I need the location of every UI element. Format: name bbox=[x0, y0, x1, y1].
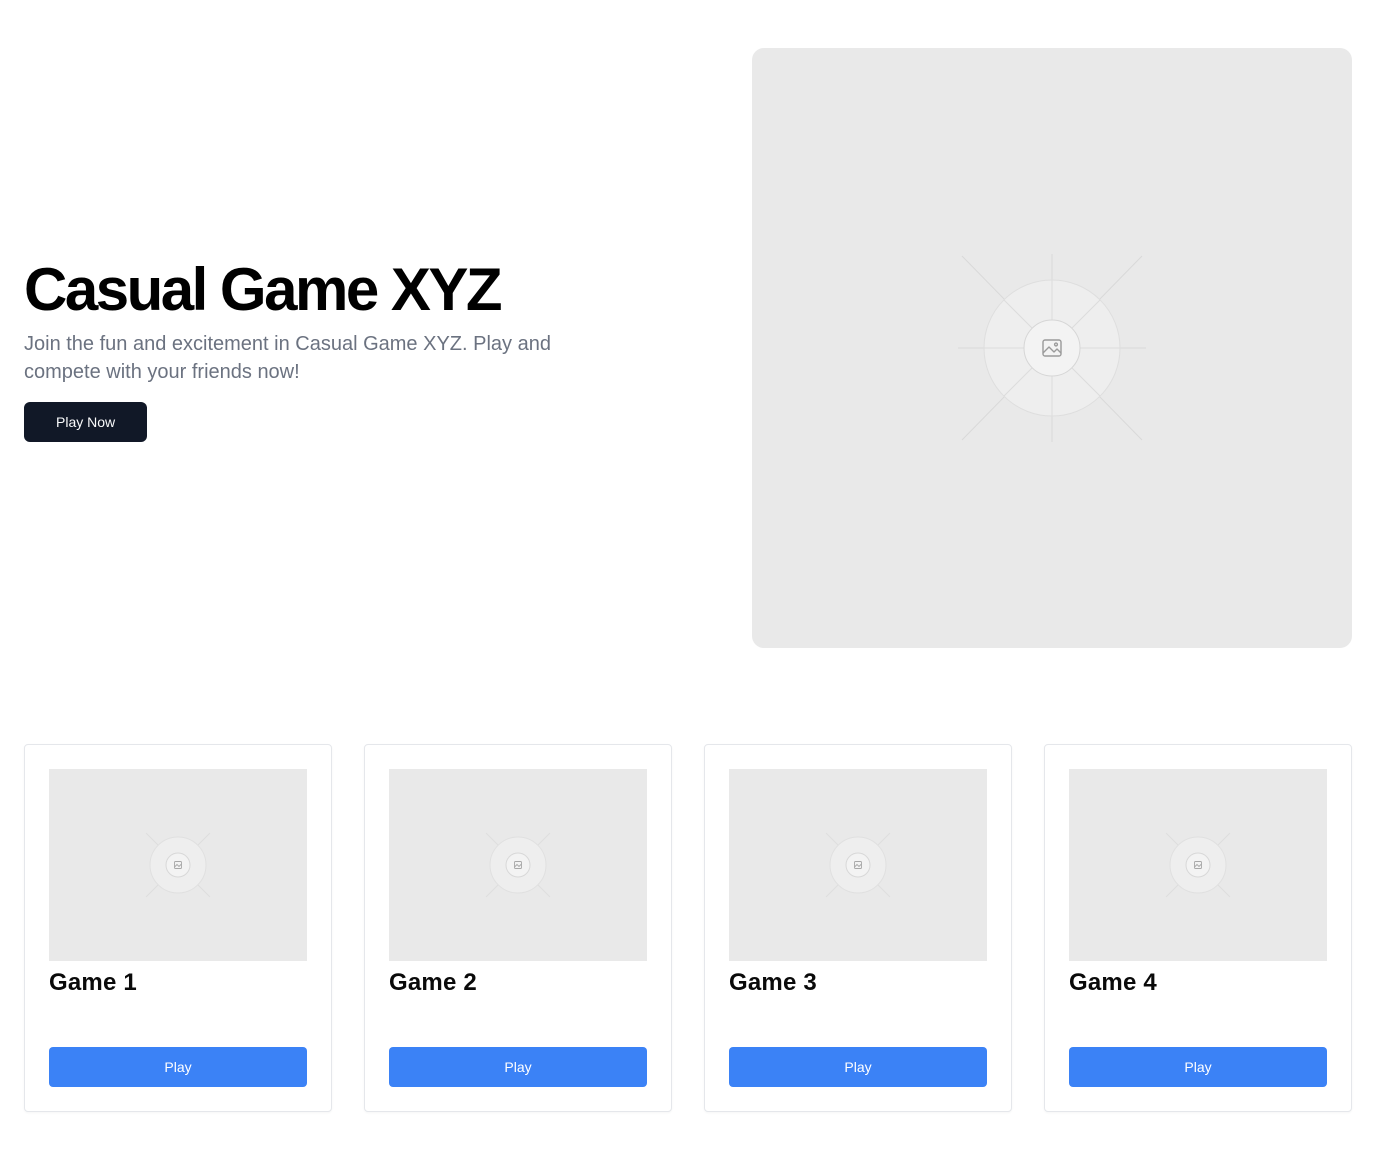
game-image-placeholder bbox=[389, 769, 647, 961]
game-image-placeholder bbox=[729, 769, 987, 961]
play-game-4-button[interactable]: Play bbox=[1069, 1047, 1327, 1087]
play-game-3-button[interactable]: Play bbox=[729, 1047, 987, 1087]
image-placeholder-icon bbox=[958, 254, 1146, 442]
play-game-1-button[interactable]: Play bbox=[49, 1047, 307, 1087]
game-title: Game 1 bbox=[49, 969, 137, 996]
game-title: Game 2 bbox=[389, 969, 477, 996]
play-game-2-button[interactable]: Play bbox=[389, 1047, 647, 1087]
game-card: Game 3 Play bbox=[704, 744, 1012, 1112]
game-title: Game 3 bbox=[729, 969, 817, 996]
game-card: Game 2 Play bbox=[364, 744, 672, 1112]
game-card: Game 1 Play bbox=[24, 744, 332, 1112]
hero-text-block: Casual Game XYZ Join the fun and excitem… bbox=[24, 258, 624, 442]
image-placeholder-icon bbox=[825, 832, 891, 898]
play-now-button[interactable]: Play Now bbox=[24, 402, 148, 442]
hero-image-placeholder bbox=[752, 48, 1352, 648]
hero-section: Casual Game XYZ Join the fun and excitem… bbox=[0, 0, 1376, 696]
hero-title: Casual Game XYZ bbox=[24, 256, 503, 323]
image-placeholder-icon bbox=[485, 832, 551, 898]
game-image-placeholder bbox=[1069, 769, 1327, 961]
image-placeholder-icon bbox=[1165, 832, 1231, 898]
game-title: Game 4 bbox=[1069, 969, 1157, 996]
games-grid: Game 1 Play Game 2 Play Game 3 Play Game… bbox=[24, 744, 1352, 1112]
game-image-placeholder bbox=[49, 769, 307, 961]
game-card: Game 4 Play bbox=[1044, 744, 1352, 1112]
image-placeholder-icon bbox=[145, 832, 211, 898]
hero-description: Join the fun and excitement in Casual Ga… bbox=[24, 333, 551, 383]
